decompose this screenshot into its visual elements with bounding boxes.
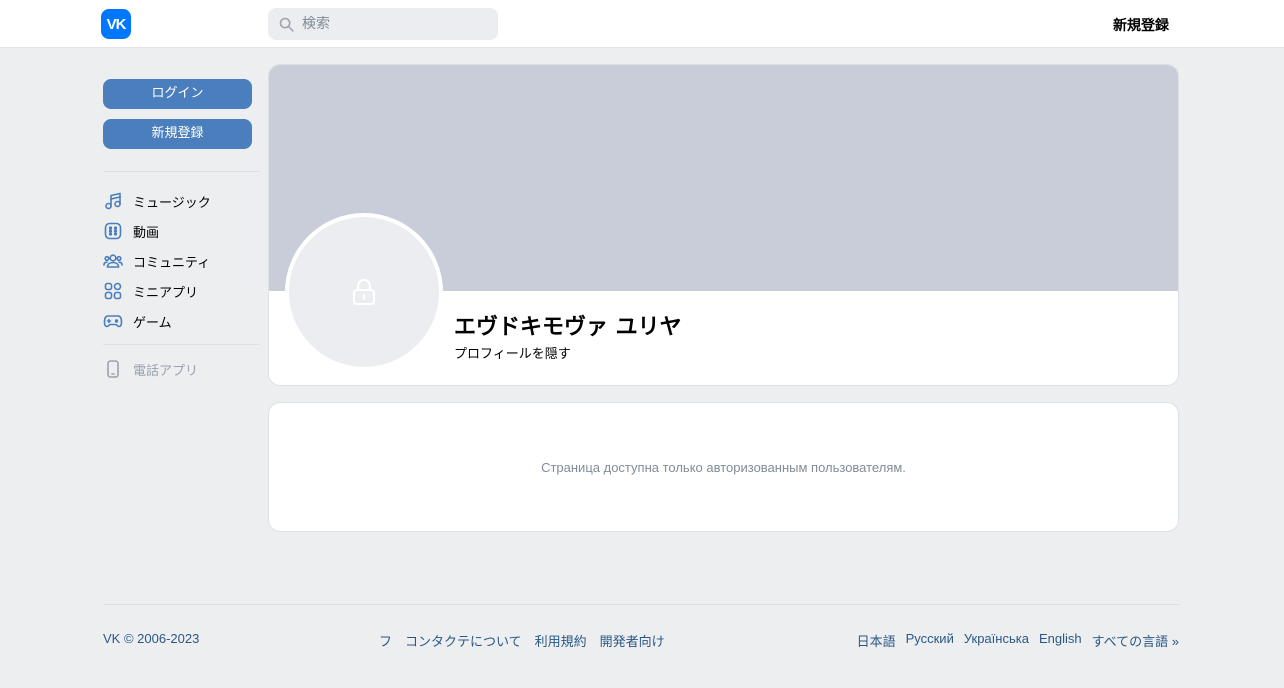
sidebar-divider xyxy=(103,344,259,345)
register-button[interactable]: 新規登録 xyxy=(103,119,252,149)
sidebar-item-label: ミュージック xyxy=(133,195,211,211)
search-icon xyxy=(279,17,294,32)
footer: VK © 2006-2023 フ コンタクテについて 利用規約 開発者向け 日本… xyxy=(103,631,1179,649)
lang-ukrainian[interactable]: Українська xyxy=(964,631,1029,650)
footer-link[interactable]: フ xyxy=(379,631,392,650)
sidebar-item-label: ゲーム xyxy=(133,315,172,331)
sidebar-menu: ミュージック 動画 コミュニティ ミニアプリ ゲーム xyxy=(103,186,259,336)
avatar-placeholder xyxy=(289,217,439,367)
profile-name: エヴドキモヴァ ユリヤ xyxy=(454,315,682,340)
vk-logo[interactable]: VK xyxy=(101,9,131,39)
access-restricted-text: Страница доступна только авторизованным … xyxy=(541,459,906,475)
sidebar-divider xyxy=(103,171,259,172)
sidebar-item-community[interactable]: コミュニティ xyxy=(103,246,259,276)
footer-links: フ コンタクテについて 利用規約 開発者向け xyxy=(379,631,678,650)
footer-link-terms[interactable]: 利用規約 xyxy=(535,631,587,650)
copyright: VK © 2006-2023 xyxy=(103,631,200,646)
community-icon xyxy=(103,254,123,268)
login-button[interactable]: ログイン xyxy=(103,79,252,109)
lang-all[interactable]: すべての言語 » xyxy=(1092,631,1179,650)
lang-english[interactable]: English xyxy=(1039,631,1082,650)
avatar[interactable] xyxy=(285,213,443,371)
sidebar-item-video[interactable]: 動画 xyxy=(103,216,259,246)
header-register-link[interactable]: 新規登録 xyxy=(1113,15,1169,35)
mini-apps-icon xyxy=(104,282,122,300)
footer-link-developers[interactable]: 開発者向け xyxy=(600,631,665,650)
phone-icon xyxy=(107,360,119,378)
sidebar-item-label: 動画 xyxy=(133,225,160,241)
sidebar-item-label: 電話アプリ xyxy=(133,363,199,379)
search-input[interactable] xyxy=(302,16,482,32)
footer-link-about[interactable]: コンタクテについて xyxy=(405,631,522,650)
footer-divider xyxy=(103,604,1179,605)
footer-languages: 日本語 Русский Українська English すべての言語 » xyxy=(847,631,1179,650)
search-box[interactable] xyxy=(268,8,498,40)
logo-text: VK xyxy=(106,15,127,33)
lock-icon xyxy=(353,279,375,305)
sidebar-item-phone-app[interactable]: 電話アプリ xyxy=(103,354,259,384)
video-icon xyxy=(104,222,122,240)
sidebar-item-label: ミニアプリ xyxy=(133,285,199,301)
access-restricted-card: Страница доступна только авторизованным … xyxy=(268,402,1179,532)
sidebar-item-mini-apps[interactable]: ミニアプリ xyxy=(103,276,259,306)
gamepad-icon xyxy=(103,315,123,328)
music-icon xyxy=(105,192,121,210)
left-sidebar: ログイン 新規登録 ミュージック 動画 コミュニティ ミニアプリ ゲーム 電話ア… xyxy=(103,79,259,384)
top-header: VK 新規登録 xyxy=(0,0,1284,48)
sidebar-item-music[interactable]: ミュージック xyxy=(103,186,259,216)
lang-russian[interactable]: Русский xyxy=(906,631,954,650)
sidebar-item-label: コミュニティ xyxy=(133,255,211,271)
sidebar-item-games[interactable]: ゲーム xyxy=(103,306,259,336)
profile-status: プロフィールを隠す xyxy=(454,347,571,362)
profile-card: エヴドキモヴァ ユリヤ プロフィールを隠す xyxy=(268,64,1179,386)
lang-japanese[interactable]: 日本語 xyxy=(857,631,896,650)
